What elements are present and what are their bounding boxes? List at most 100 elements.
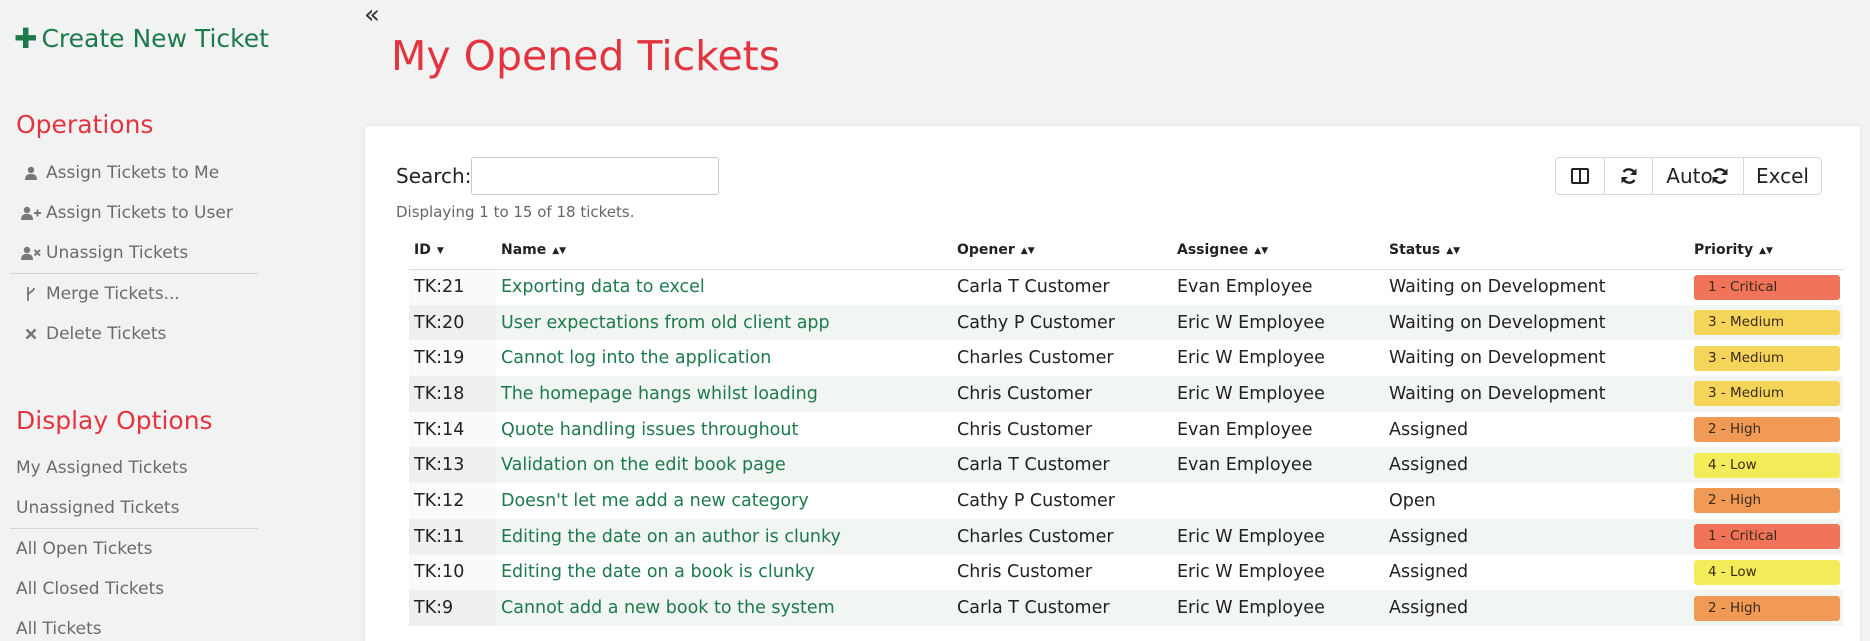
- table-row[interactable]: TK:20 User expectations from old client a…: [409, 304, 1843, 341]
- assignee-cell: Eric W Employee: [1172, 304, 1384, 341]
- header-assignee[interactable]: Assignee ▲▼: [1172, 231, 1384, 270]
- user-x-icon: [20, 246, 42, 260]
- status-cell: Assigned: [1384, 590, 1689, 626]
- table-row[interactable]: TK:10 Editing the date on a book is clunk…: [409, 554, 1843, 591]
- excel-export-button[interactable]: Excel: [1744, 158, 1821, 194]
- search-input[interactable]: [471, 157, 719, 195]
- header-name-label: Name: [501, 241, 547, 258]
- table-row[interactable]: TK:21 Exporting data to excel Carla T Cust…: [409, 269, 1843, 305]
- create-ticket-link[interactable]: ✚ Create New Ticket: [14, 24, 269, 53]
- ticket-name-link[interactable]: Editing the date on a book is clunky: [496, 555, 952, 591]
- header-assignee-label: Assignee: [1177, 241, 1249, 258]
- opener-cell: Chris Customer: [952, 376, 1172, 412]
- status-cell: Assigned: [1389, 562, 1469, 583]
- ticket-name-link[interactable]: Editing the date on an author is clunky: [496, 518, 952, 555]
- auto-refresh-label: Auto: [1666, 164, 1713, 188]
- status-cell: Assigned: [1389, 419, 1469, 440]
- columns-button[interactable]: [1556, 158, 1605, 194]
- assign-to-user-label: Assign Tickets to User: [46, 203, 233, 223]
- unassigned-tickets-item[interactable]: Unassigned Tickets: [10, 488, 258, 528]
- table-row[interactable]: TK:9 Cannot add a new book to the system C…: [409, 590, 1843, 626]
- assignee-cell: [1172, 483, 1384, 519]
- all-tickets-item[interactable]: All Tickets: [10, 609, 258, 641]
- sidebar: ✚ Create New Ticket Operations Assign Ti…: [0, 0, 269, 641]
- columns-icon: [1571, 168, 1589, 184]
- opener-cell: Chris Customer: [957, 562, 1093, 583]
- priority-badge: 3 - Medium: [1694, 381, 1840, 407]
- priority-cell: 2 - High: [1689, 590, 1843, 626]
- auto-refresh-button[interactable]: Auto: [1653, 158, 1744, 194]
- plus-icon: ✚: [14, 21, 38, 55]
- all-open-tickets-item[interactable]: All Open Tickets: [10, 529, 258, 569]
- tickets-table-body: TK:21 Exporting data to excel Carla T Cust…: [409, 269, 1843, 626]
- my-assigned-tickets-item[interactable]: My Assigned Tickets: [10, 448, 258, 488]
- sort-icon: ▲▼: [552, 245, 567, 256]
- assign-to-me-item[interactable]: Assign Tickets to Me: [10, 153, 258, 193]
- header-name[interactable]: Name ▲▼: [496, 231, 952, 270]
- delete-item[interactable]: Delete Tickets: [10, 314, 258, 354]
- ticket-name-link[interactable]: Validation on the edit book page: [496, 447, 952, 484]
- opener-cell: Carla T Customer: [952, 590, 1172, 626]
- header-opener[interactable]: Opener ▲▼: [952, 231, 1172, 270]
- refresh-button[interactable]: [1605, 158, 1653, 194]
- assign-to-user-item[interactable]: Assign Tickets to User: [10, 193, 258, 233]
- sort-icon: ▲▼: [1759, 245, 1773, 256]
- collapse-sidebar-icon[interactable]: «: [364, 0, 380, 30]
- priority-badge: 1 - Critical: [1694, 274, 1840, 300]
- display-count-text: Displaying 1 to 15 of 18 tickets.: [396, 203, 635, 221]
- operations-heading: Operations: [16, 110, 154, 139]
- ticket-name-link[interactable]: Cannot add a new book to the system: [496, 590, 952, 626]
- ticket-name-link[interactable]: Exporting data to excel: [496, 269, 952, 305]
- table-row[interactable]: TK:14 Quote handling issues throughout Chr…: [409, 411, 1843, 448]
- table-row[interactable]: TK:18 The homepage hangs whilst loading Ch…: [409, 376, 1843, 412]
- ticket-name-link[interactable]: Cannot log into the application: [496, 340, 952, 376]
- user-plus-icon: [20, 206, 42, 220]
- header-id[interactable]: ID ▼: [409, 231, 496, 270]
- refresh-icon: [1621, 168, 1636, 184]
- search-label: Search:: [396, 164, 472, 188]
- ticket-id-cell: TK:14: [409, 411, 496, 448]
- operations-menu: Assign Tickets to Me Assign Tickets to U…: [10, 153, 258, 354]
- delete-label: Delete Tickets: [46, 324, 167, 344]
- status-cell: Open: [1389, 490, 1436, 511]
- opener-cell: Carla T Customer: [957, 277, 1110, 298]
- ticket-name-link[interactable]: Doesn't let me add a new category: [496, 483, 952, 519]
- ticket-id-cell: TK:20: [409, 304, 496, 341]
- header-priority[interactable]: Priority ▲▼: [1689, 231, 1843, 270]
- table-row[interactable]: TK:11 Editing the date on an author is cl…: [409, 518, 1843, 555]
- priority-badge: 3 - Medium: [1694, 310, 1840, 336]
- priority-cell: 1 - Critical: [1689, 269, 1843, 305]
- header-status[interactable]: Status ▲▼: [1384, 231, 1689, 270]
- priority-cell: 2 - High: [1689, 483, 1843, 519]
- display-options-menu: My Assigned Tickets Unassigned Tickets A…: [10, 448, 258, 641]
- ticket-name-link[interactable]: Quote handling issues throughout: [496, 412, 952, 448]
- assignee-cell: Evan Employee: [1177, 277, 1313, 298]
- ticket-id-cell: TK:18: [409, 376, 496, 412]
- priority-cell: 2 - High: [1689, 412, 1843, 448]
- table-row[interactable]: TK:13 Validation on the edit book page Car…: [409, 447, 1843, 484]
- priority-cell: 4 - Low: [1689, 555, 1843, 591]
- priority-badge: 2 - High: [1694, 417, 1840, 443]
- table-row[interactable]: TK:19 Cannot log into the application Char…: [409, 340, 1843, 377]
- status-cell: Waiting on Development: [1389, 277, 1606, 298]
- ticket-name-link[interactable]: The homepage hangs whilst loading: [496, 376, 952, 412]
- status-cell: Assigned: [1384, 447, 1689, 484]
- opener-cell: Cathy P Customer: [957, 490, 1115, 511]
- priority-cell: 4 - Low: [1689, 447, 1843, 484]
- table-row[interactable]: TK:12 Doesn't let me add a new category Ca…: [409, 483, 1843, 519]
- assignee-cell: Eric W Employee: [1177, 348, 1325, 369]
- user-icon: [20, 166, 42, 180]
- priority-badge: 4 - Low: [1694, 452, 1840, 478]
- all-closed-tickets-item[interactable]: All Closed Tickets: [10, 569, 258, 609]
- unassign-item[interactable]: Unassign Tickets: [10, 233, 258, 273]
- status-cell: Waiting on Development: [1389, 348, 1606, 369]
- refresh-icon: [1712, 168, 1728, 184]
- header-opener-label: Opener: [957, 241, 1015, 258]
- merge-label: Merge Tickets...: [46, 284, 180, 304]
- sort-icon: ▲▼: [1446, 245, 1461, 256]
- ticket-name-link[interactable]: User expectations from old client app: [496, 304, 952, 341]
- priority-cell: 3 - Medium: [1689, 340, 1843, 376]
- header-id-label: ID: [414, 241, 431, 258]
- merge-item[interactable]: Merge Tickets...: [10, 274, 258, 314]
- display-options-heading: Display Options: [16, 406, 213, 435]
